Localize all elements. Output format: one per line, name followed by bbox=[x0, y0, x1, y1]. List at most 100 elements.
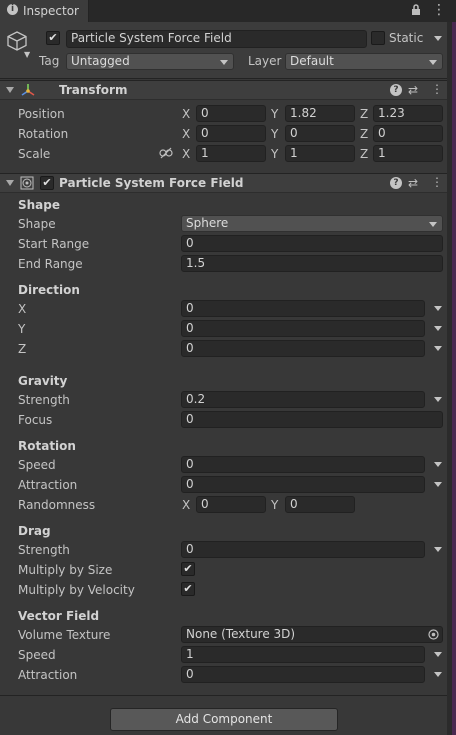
kebab-menu-icon[interactable]: ⋮ bbox=[432, 3, 446, 17]
direction-x-mode-icon[interactable] bbox=[434, 306, 442, 311]
tab-inspector[interactable]: i Inspector bbox=[0, 0, 89, 22]
tag-value: Untagged bbox=[71, 54, 130, 68]
rotation-speed-label: Speed bbox=[18, 458, 56, 472]
static-dropdown-icon[interactable] bbox=[434, 36, 442, 41]
rotation-z-label[interactable]: Z bbox=[360, 127, 368, 141]
presets-icon[interactable]: ⇄ bbox=[408, 83, 418, 97]
direction-y-label: Y bbox=[18, 322, 26, 336]
add-component-button[interactable]: Add Component bbox=[110, 708, 338, 731]
drag-section-title: Drag bbox=[18, 524, 51, 538]
vector-attraction-field[interactable]: 0 bbox=[181, 666, 425, 683]
transform-header[interactable]: Transform ? ⇄ ⋮ bbox=[0, 80, 456, 100]
shape-dropdown[interactable]: Sphere bbox=[181, 215, 443, 232]
multiply-size-checkbox[interactable]: ✔ bbox=[181, 562, 195, 576]
rotation-z-field[interactable]: 0 bbox=[373, 125, 443, 142]
forcefield-component-icon bbox=[20, 176, 34, 190]
randomness-x-field[interactable]: 0 bbox=[196, 496, 266, 513]
static-checkbox[interactable] bbox=[371, 31, 385, 45]
help-icon[interactable]: ? bbox=[390, 177, 402, 189]
layer-dropdown[interactable]: Default bbox=[285, 53, 443, 70]
gameobject-icon[interactable] bbox=[6, 30, 28, 52]
position-y-label[interactable]: Y bbox=[271, 107, 278, 121]
vector-field-section-title: Vector Field bbox=[18, 609, 100, 623]
vector-speed-field[interactable]: 1 bbox=[181, 646, 425, 663]
object-header: ▼ ✔ Particle System Force Field Static T… bbox=[0, 22, 456, 79]
component-divider bbox=[0, 695, 456, 696]
gravity-strength-mode-icon[interactable] bbox=[434, 397, 442, 402]
rotation-attraction-field[interactable]: 0 bbox=[181, 476, 425, 493]
shape-section-title: Shape bbox=[18, 198, 61, 212]
rotation-y-field[interactable]: 0 bbox=[285, 125, 355, 142]
scale-x-label[interactable]: X bbox=[182, 147, 190, 161]
rotation-y-label[interactable]: Y bbox=[271, 127, 278, 141]
start-range-field[interactable]: 0 bbox=[181, 235, 443, 252]
direction-section-title: Direction bbox=[18, 283, 80, 297]
active-checkbox[interactable]: ✔ bbox=[46, 31, 60, 45]
volume-texture-field[interactable]: None (Texture 3D) bbox=[181, 626, 443, 643]
chevron-down-icon bbox=[429, 60, 437, 65]
direction-z-field[interactable]: 0 bbox=[181, 340, 425, 357]
rotation-label: Rotation bbox=[18, 127, 69, 141]
drag-strength-mode-icon[interactable] bbox=[434, 547, 442, 552]
position-z-field[interactable]: 1.23 bbox=[373, 105, 443, 122]
rotation-attraction-label: Attraction bbox=[18, 478, 78, 492]
direction-y-mode-icon[interactable] bbox=[434, 326, 442, 331]
tag-dropdown[interactable]: Untagged bbox=[66, 53, 234, 70]
position-x-label[interactable]: X bbox=[182, 107, 190, 121]
multiply-velocity-label: Multiply by Velocity bbox=[18, 583, 135, 597]
rotation-speed-field[interactable]: 0 bbox=[181, 456, 425, 473]
lock-icon[interactable] bbox=[410, 4, 422, 16]
multiply-size-label: Multiply by Size bbox=[18, 563, 113, 577]
drag-strength-field[interactable]: 0 bbox=[181, 541, 425, 558]
direction-x-field[interactable]: 0 bbox=[181, 300, 425, 317]
help-icon[interactable]: ? bbox=[390, 84, 402, 96]
rotation-x-field[interactable]: 0 bbox=[196, 125, 266, 142]
end-range-field[interactable]: 1.5 bbox=[181, 255, 443, 272]
scale-y-label[interactable]: Y bbox=[271, 147, 278, 161]
scale-label: Scale bbox=[18, 147, 51, 161]
rotation-speed-mode-icon[interactable] bbox=[434, 462, 442, 467]
transform-axes-icon bbox=[20, 83, 36, 97]
rotation-attraction-mode-icon[interactable] bbox=[434, 482, 442, 487]
info-icon: i bbox=[7, 4, 18, 15]
rotation-section-title: Rotation bbox=[18, 439, 76, 453]
gravity-focus-label: Focus bbox=[18, 413, 53, 427]
randomness-y-field[interactable]: 0 bbox=[285, 496, 355, 513]
foldout-arrow-icon[interactable] bbox=[6, 87, 14, 93]
forcefield-header[interactable]: ✔ Particle System Force Field ? ⇄ ⋮ bbox=[0, 173, 456, 193]
direction-y-field[interactable]: 0 bbox=[181, 320, 425, 337]
static-label: Static bbox=[389, 31, 424, 45]
component-menu-icon[interactable]: ⋮ bbox=[431, 175, 443, 189]
position-x-field[interactable]: 0 bbox=[196, 105, 266, 122]
randomness-y-label[interactable]: Y bbox=[271, 498, 278, 512]
object-name-field[interactable]: Particle System Force Field bbox=[66, 30, 367, 48]
position-y-field[interactable]: 1.82 bbox=[285, 105, 355, 122]
component-menu-icon[interactable]: ⋮ bbox=[431, 82, 443, 96]
foldout-arrow-icon[interactable] bbox=[6, 180, 14, 186]
vector-speed-mode-icon[interactable] bbox=[434, 652, 442, 657]
volume-texture-label: Volume Texture bbox=[18, 628, 111, 642]
rotation-x-label[interactable]: X bbox=[182, 127, 190, 141]
tab-bar: i Inspector ⋮ bbox=[0, 0, 456, 22]
position-z-label[interactable]: Z bbox=[360, 107, 368, 121]
constrain-proportions-icon[interactable] bbox=[159, 147, 173, 159]
volume-texture-value: None (Texture 3D) bbox=[186, 627, 296, 641]
layer-value: Default bbox=[290, 54, 334, 68]
forcefield-enabled-checkbox[interactable]: ✔ bbox=[40, 176, 54, 190]
gravity-focus-field[interactable]: 0 bbox=[181, 411, 443, 428]
gravity-strength-label: Strength bbox=[18, 393, 70, 407]
vector-attraction-mode-icon[interactable] bbox=[434, 672, 442, 677]
icon-dropdown-arrow-icon[interactable]: ▼ bbox=[24, 50, 30, 59]
direction-z-mode-icon[interactable] bbox=[434, 346, 442, 351]
scale-y-field[interactable]: 1 bbox=[285, 145, 355, 162]
tag-label: Tag bbox=[39, 54, 60, 68]
randomness-x-label[interactable]: X bbox=[182, 498, 190, 512]
multiply-velocity-checkbox[interactable]: ✔ bbox=[181, 582, 195, 596]
scale-z-field[interactable]: 1 bbox=[373, 145, 443, 162]
scale-z-label[interactable]: Z bbox=[360, 147, 368, 161]
object-picker-icon[interactable] bbox=[428, 629, 439, 640]
gravity-strength-field[interactable]: 0.2 bbox=[181, 391, 425, 408]
scale-x-field[interactable]: 1 bbox=[196, 145, 266, 162]
presets-icon[interactable]: ⇄ bbox=[408, 176, 418, 190]
position-label: Position bbox=[18, 107, 65, 121]
